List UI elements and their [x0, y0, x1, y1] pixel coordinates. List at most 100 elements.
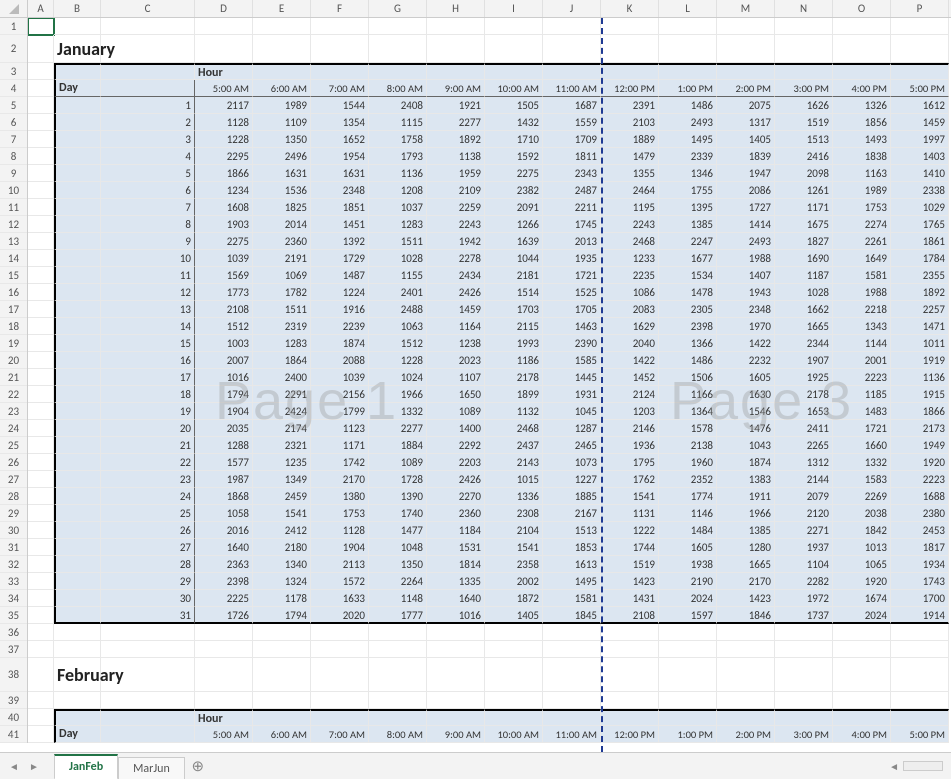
data-cell[interactable]: 1743: [891, 573, 949, 590]
data-cell[interactable]: 1640: [195, 539, 253, 556]
data-cell[interactable]: 1874: [717, 454, 775, 471]
row-header-8[interactable]: 8: [0, 148, 27, 165]
data-cell[interactable]: 1506: [659, 369, 717, 386]
data-cell[interactable]: 1479: [601, 148, 659, 165]
data-cell[interactable]: 1065: [833, 556, 891, 573]
data-cell[interactable]: 1326: [833, 97, 891, 114]
data-cell[interactable]: 2424: [253, 403, 311, 420]
data-cell[interactable]: 1597: [659, 607, 717, 624]
data-cell[interactable]: 1793: [369, 148, 427, 165]
data-cell[interactable]: 1109: [253, 114, 311, 131]
data-cell[interactable]: 1048: [369, 539, 427, 556]
data-cell[interactable]: 1838: [833, 148, 891, 165]
row-header-26[interactable]: 26: [0, 454, 27, 471]
row-header-33[interactable]: 33: [0, 573, 27, 590]
data-cell[interactable]: 2343: [543, 165, 601, 182]
data-cell[interactable]: 1451: [311, 216, 369, 233]
data-cell[interactable]: 1024: [369, 369, 427, 386]
data-cell[interactable]: 2117: [195, 97, 253, 114]
data-cell[interactable]: 1431: [601, 590, 659, 607]
data-cell[interactable]: 1630: [717, 386, 775, 403]
data-cell[interactable]: 1777: [369, 607, 427, 624]
data-cell[interactable]: 2344: [775, 335, 833, 352]
data-cell[interactable]: 1186: [485, 352, 543, 369]
row-header-18[interactable]: 18: [0, 318, 27, 335]
data-cell[interactable]: 1385: [659, 216, 717, 233]
data-cell[interactable]: 1131: [601, 505, 659, 522]
data-cell[interactable]: 1028: [369, 250, 427, 267]
data-cell[interactable]: 2091: [485, 199, 543, 216]
data-cell[interactable]: 2035: [195, 420, 253, 437]
data-cell[interactable]: 2398: [659, 318, 717, 335]
data-cell[interactable]: 1423: [601, 573, 659, 590]
data-cell[interactable]: 1585: [543, 352, 601, 369]
data-cell[interactable]: 1814: [427, 556, 485, 573]
data-cell[interactable]: 1742: [311, 454, 369, 471]
data-cell[interactable]: 1471: [891, 318, 949, 335]
col-header-A[interactable]: A: [28, 0, 54, 17]
data-cell[interactable]: 2144: [775, 471, 833, 488]
data-cell[interactable]: 2291: [253, 386, 311, 403]
data-cell[interactable]: 1825: [253, 199, 311, 216]
data-cell[interactable]: 1868: [195, 488, 253, 505]
data-cell[interactable]: 1640: [427, 590, 485, 607]
data-cell[interactable]: 2190: [659, 573, 717, 590]
data-cell[interactable]: 1514: [485, 284, 543, 301]
data-cell[interactable]: 1463: [543, 318, 601, 335]
data-cell[interactable]: 1495: [659, 131, 717, 148]
data-cell[interactable]: 1171: [775, 199, 833, 216]
data-cell[interactable]: 1163: [833, 165, 891, 182]
data-cell[interactable]: 2496: [253, 148, 311, 165]
data-cell[interactable]: 1044: [485, 250, 543, 267]
data-cell[interactable]: 1016: [195, 369, 253, 386]
data-cell[interactable]: 1949: [891, 437, 949, 454]
data-cell[interactable]: 1043: [717, 437, 775, 454]
data-cell[interactable]: 1755: [659, 182, 717, 199]
data-cell[interactable]: 1107: [427, 369, 485, 386]
row-header-4[interactable]: 4: [0, 80, 27, 97]
data-cell[interactable]: 2115: [485, 318, 543, 335]
data-cell[interactable]: 2223: [891, 471, 949, 488]
data-cell[interactable]: 1842: [833, 522, 891, 539]
data-cell[interactable]: 1317: [717, 114, 775, 131]
data-cell[interactable]: 1920: [833, 573, 891, 590]
data-cell[interactable]: 1148: [369, 590, 427, 607]
data-cell[interactable]: 1422: [717, 335, 775, 352]
data-cell[interactable]: 1073: [543, 454, 601, 471]
data-cell[interactable]: 1164: [427, 318, 485, 335]
data-cell[interactable]: 1187: [775, 267, 833, 284]
data-cell[interactable]: 1899: [485, 386, 543, 403]
data-cell[interactable]: 2277: [427, 114, 485, 131]
data-cell[interactable]: 1966: [369, 386, 427, 403]
data-cell[interactable]: 1395: [659, 199, 717, 216]
data-cell[interactable]: 1486: [659, 97, 717, 114]
row-header-5[interactable]: 5: [0, 97, 27, 114]
data-cell[interactable]: 1861: [891, 233, 949, 250]
data-cell[interactable]: 2360: [253, 233, 311, 250]
data-cell[interactable]: 1687: [543, 97, 601, 114]
data-cell[interactable]: 1350: [369, 556, 427, 573]
row-header-2[interactable]: 2: [0, 35, 27, 63]
data-cell[interactable]: 1132: [485, 403, 543, 420]
data-cell[interactable]: 1432: [485, 114, 543, 131]
col-header-P[interactable]: P: [891, 0, 949, 17]
data-cell[interactable]: 2024: [659, 590, 717, 607]
data-cell[interactable]: 1688: [891, 488, 949, 505]
data-cell[interactable]: 2269: [833, 488, 891, 505]
row-header-22[interactable]: 22: [0, 386, 27, 403]
col-header-K[interactable]: K: [601, 0, 659, 17]
data-cell[interactable]: 1512: [195, 318, 253, 335]
data-cell[interactable]: 1577: [195, 454, 253, 471]
data-cell[interactable]: 1569: [195, 267, 253, 284]
data-cell[interactable]: 2465: [543, 437, 601, 454]
data-cell[interactable]: 1224: [311, 284, 369, 301]
data-cell[interactable]: 1519: [775, 114, 833, 131]
data-cell[interactable]: 1728: [369, 471, 427, 488]
data-cell[interactable]: 2146: [601, 420, 659, 437]
data-cell[interactable]: 1703: [485, 301, 543, 318]
data-cell[interactable]: 1486: [659, 352, 717, 369]
data-cell[interactable]: 1773: [195, 284, 253, 301]
data-cell[interactable]: 2218: [833, 301, 891, 318]
data-cell[interactable]: 1478: [659, 284, 717, 301]
data-cell[interactable]: 1721: [833, 420, 891, 437]
